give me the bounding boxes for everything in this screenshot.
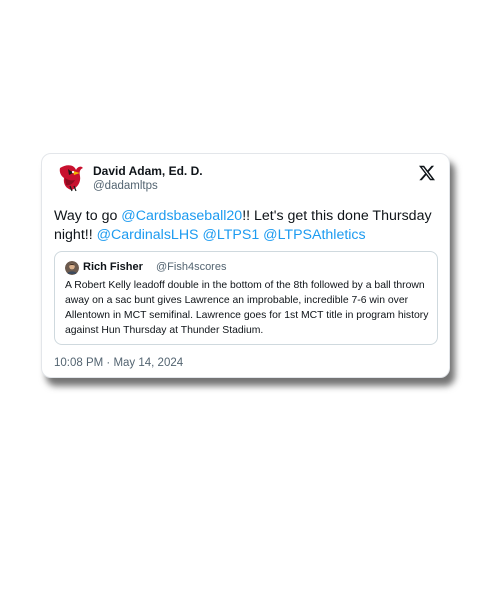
author-handle[interactable]: @dadamltps bbox=[93, 180, 158, 192]
quote-text: A Robert Kelly leadoff double in the bot… bbox=[65, 280, 429, 336]
quote-author-name[interactable]: Rich Fisher bbox=[83, 261, 143, 273]
page: David Adam, Ed. D. @dadamltps Way to go … bbox=[0, 0, 498, 589]
mention-link[interactable]: @Cardsbaseball20 bbox=[121, 208, 242, 224]
tweet-card[interactable]: David Adam, Ed. D. @dadamltps Way to go … bbox=[41, 153, 450, 378]
quote-author-avatar[interactable] bbox=[65, 261, 79, 275]
quoted-tweet[interactable]: Rich Fisher @Fish4scores A Robert Kelly … bbox=[54, 251, 438, 345]
mention-link[interactable]: @CardinalsLHS bbox=[97, 227, 199, 243]
text-segment: Way to go bbox=[54, 208, 122, 224]
x-logo-icon[interactable] bbox=[419, 165, 435, 181]
cardinal-logo-icon bbox=[56, 162, 86, 192]
timestamp[interactable]: 10:08 PM · May 14, 2024 bbox=[54, 357, 183, 369]
mention-link[interactable]: @LTPSAthletics bbox=[263, 227, 365, 243]
author-avatar[interactable] bbox=[56, 162, 86, 192]
author-name[interactable]: David Adam, Ed. D. bbox=[93, 164, 203, 178]
quote-author-handle[interactable]: @Fish4scores bbox=[156, 261, 226, 273]
profile-photo-icon bbox=[65, 261, 79, 275]
tweet-text: Way to go @Cardsbaseball20!! Let's get t… bbox=[54, 207, 440, 244]
mention-link[interactable]: @LTPS1 bbox=[202, 227, 259, 243]
